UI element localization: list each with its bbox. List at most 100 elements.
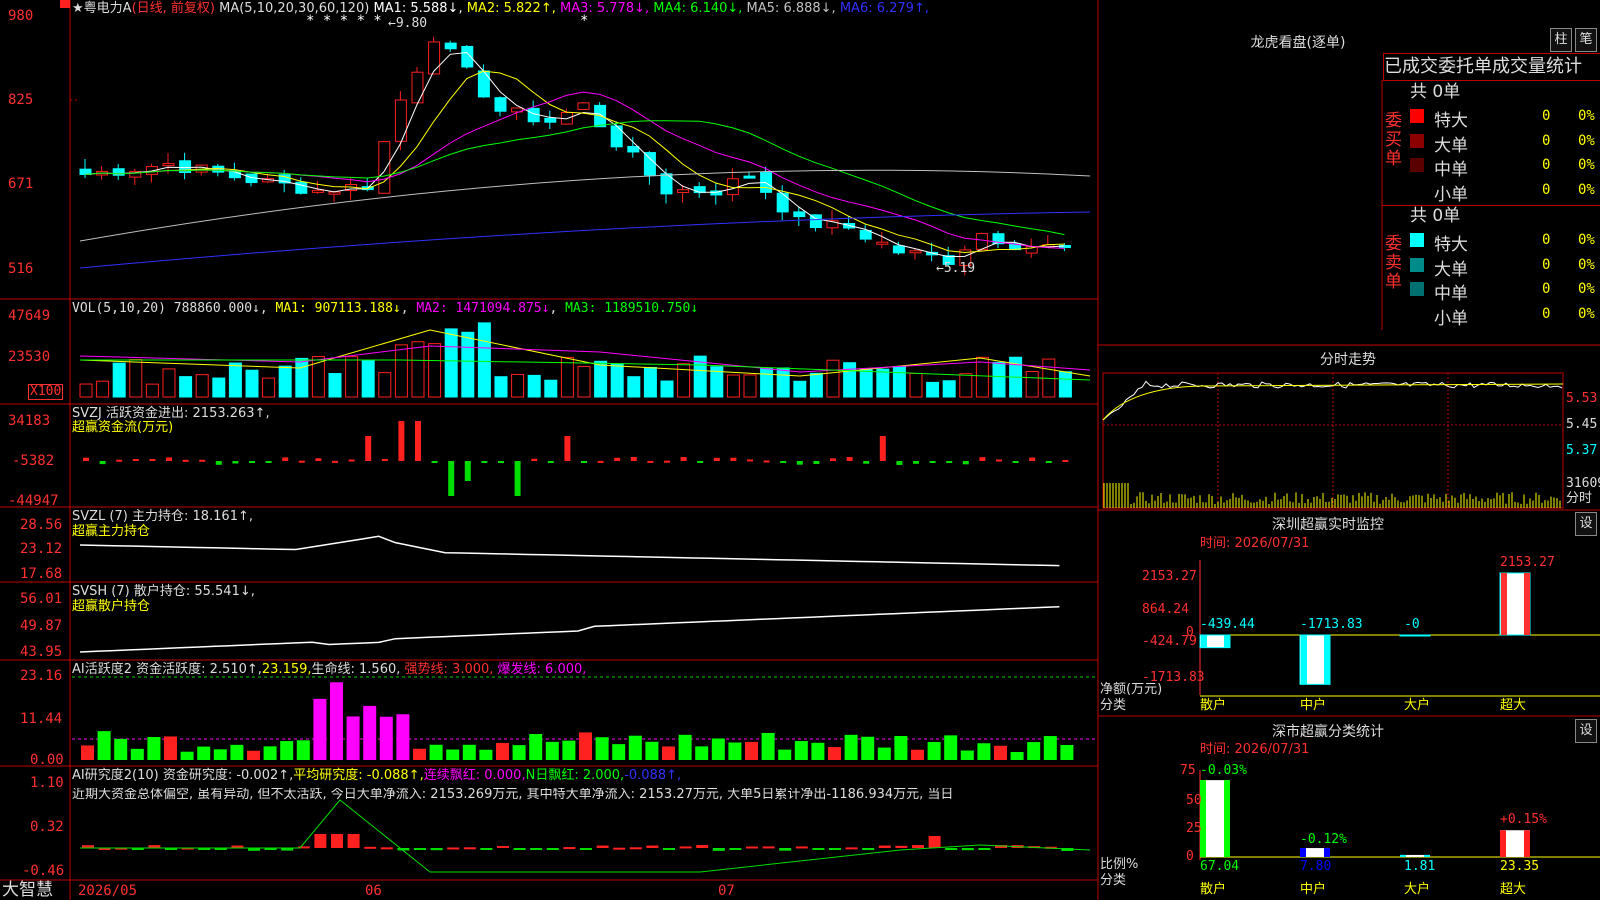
lhb-subtitle: 已成交委托单成交量统计 [1383,53,1600,81]
activity-bar [130,748,144,760]
monitor-bar-大户 [1399,634,1431,637]
monitor-chart [1199,560,1600,697]
volume-bar [428,343,442,398]
research-bar [546,848,559,850]
activity-bar [728,742,742,760]
svzj-sub: 超赢资金流(万元) [72,420,174,435]
research-bar [596,845,609,848]
lhb-buy-row: 特大 0 0% [1410,106,1598,131]
activity-bar [977,743,991,760]
classify-pct-label: -0.12% [1300,832,1347,847]
fund-flow-bar [215,461,222,465]
classify-settings-button[interactable]: 设 [1575,719,1597,743]
fund-flow-bar [132,458,139,461]
sell-side-label: 委卖单 [1385,234,1402,292]
activity-bar [1027,742,1041,760]
classify-category: 大户 [1404,882,1431,897]
y-tick: 1.10 [30,775,64,791]
y-tick: -0.46 [22,863,65,879]
vol-header: VOL(5,10,20) 788860.000↓, MA1: 907113.18… [72,301,699,316]
y-tick: 980 [8,8,34,24]
classify-value: 1.81 [1404,859,1436,874]
classify-pct-label: +0.15% [1500,812,1547,827]
candle-body [494,97,507,112]
activity-bar [462,744,476,760]
research-bar [746,846,758,849]
monitor-settings-button[interactable]: 设 [1575,512,1597,536]
research-bar [795,846,808,849]
research-bar [380,847,393,850]
fund-flow-bar [166,457,172,461]
activity-bar [612,744,626,760]
fund-flow-bar [664,460,670,463]
volume-bar [610,363,624,398]
volume-bar [345,356,359,398]
x-tick: 2026/05 [78,883,138,899]
star-markers: * * * * * [306,13,382,29]
research-bar [928,836,941,848]
research-bar [679,846,692,849]
lhb-sell-row: 特大 0 0% [1410,230,1598,255]
volume-bar [378,372,392,398]
volume-bar [195,374,209,398]
research-bar [646,845,659,848]
activity-bar [379,716,393,760]
activity-bar [180,751,194,760]
fund-flow-bar [547,461,554,463]
research-bar [447,847,460,850]
volume-bar [411,341,425,398]
ma-line [84,52,1065,258]
research-bar [414,848,426,850]
price-plot[interactable] [0,0,1600,900]
buy-total: 共 0单 [1410,82,1461,102]
activity-bar [230,744,244,760]
bar-mode-button[interactable]: 柱 [1550,28,1572,52]
activity-bar [1043,736,1057,760]
fund-flow-bar [249,461,255,463]
research-bar [729,848,742,850]
monitor-value-label: -1713.83 [1300,617,1363,632]
candle-body [859,229,872,240]
fund-flow-bar [730,457,737,461]
y-tick: 825 [8,92,34,108]
volume-bar [179,376,193,398]
activity-bar [960,750,974,760]
volume-bar [444,328,458,398]
fund-flow-bar [929,461,936,464]
fund-flow-bar [846,457,853,461]
retail-position-line [79,605,1060,653]
candle-body [311,189,324,193]
fund-flow-bar [498,461,504,463]
y-tick: 56.01 [20,591,63,607]
tick-mode-button[interactable]: 笔 [1575,28,1597,52]
activity-bar [1010,751,1024,760]
activity-bar [147,737,161,760]
fund-flow-bar [1029,457,1036,461]
fund-flow-bar [348,459,355,462]
volume-bar [859,368,873,398]
fund-flow-bar [182,459,189,462]
monitor-axis-sub: 分类 [1100,698,1127,713]
ai2-header: AI研究度2(10) 资金研究度: -0.002↑,平均研究度: -0.088↑… [72,768,682,783]
classify-category: 中户 [1300,882,1327,897]
fund-flow-bar [232,461,239,464]
y-tick: 0.00 [30,752,64,768]
activity-bar [263,746,277,760]
volume-bar [361,360,375,398]
candle-body [643,152,656,176]
volume-bar [760,367,774,398]
fund-flow-bar [747,459,753,462]
volume-bar [992,361,1006,398]
monitor-category: 散户 [1200,698,1227,713]
volume-bar [129,358,143,398]
buy-side-label: 委买单 [1385,111,1402,169]
svzj-header: SVZJ 活跃资金进出: 2153.263↑, [72,406,270,421]
activity-bar [911,749,924,760]
y-tick: 43.95 [20,644,63,660]
y-tick: 49.87 [20,618,63,634]
ma-value-5: MA5: 6.888↓, [742,1,836,16]
ai1-header: AI活跃度2 资金活跃度: 2.510↑,23.159,生命线: 1.560, … [72,662,587,677]
classify-y-tick: 25 [1186,821,1202,836]
research-bar [314,834,327,848]
fund-flow-bar [962,461,969,465]
